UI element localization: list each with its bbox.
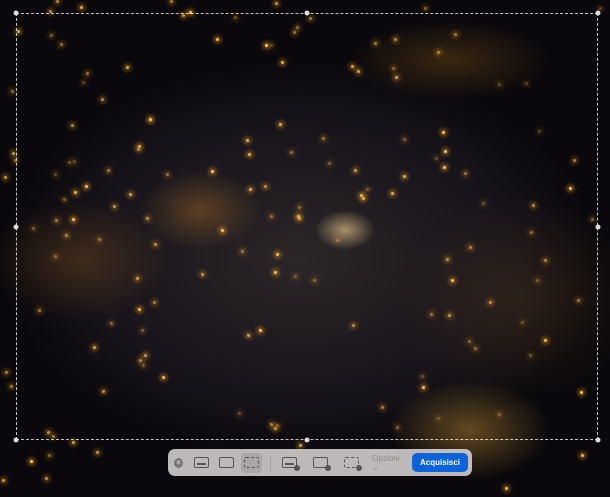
options-menu[interactable]: Opzioni ⌄ — [372, 454, 404, 472]
city-light — [95, 450, 99, 454]
selection-rectangle[interactable] — [16, 13, 598, 440]
capture-entire-screen-icon — [193, 457, 209, 468]
capture-entire-screen-button[interactable] — [191, 453, 212, 473]
capture-selection-button[interactable] — [240, 452, 263, 473]
record-selection-icon — [344, 457, 363, 471]
capture-selection-icon — [244, 457, 260, 468]
resize-handle[interactable] — [13, 10, 19, 16]
city-light — [55, 0, 59, 4]
capture-button[interactable]: Acquisisci — [411, 453, 468, 472]
resize-handle[interactable] — [595, 224, 601, 230]
record-selection-button[interactable] — [341, 453, 363, 473]
resize-handle[interactable] — [304, 437, 310, 443]
record-window-button[interactable] — [310, 453, 332, 473]
record-entire-screen-button[interactable] — [279, 453, 300, 473]
screenshot-toolbar: × Opzioni ⌄ Acquisisci — [168, 449, 472, 476]
resize-handle[interactable] — [13, 437, 19, 443]
options-label: Opzioni — [372, 453, 400, 463]
resize-handle[interactable] — [595, 437, 601, 443]
capture-window-button[interactable] — [216, 453, 237, 473]
capture-window-icon — [218, 457, 234, 468]
divider — [270, 454, 271, 471]
city-light — [47, 453, 51, 457]
resize-handle[interactable] — [304, 10, 310, 16]
record-entire-screen-icon — [282, 457, 300, 471]
resize-handle[interactable] — [595, 10, 601, 16]
chevron-down-icon: ⌄ — [372, 462, 379, 472]
record-window-icon — [313, 457, 332, 471]
city-light — [5, 370, 9, 374]
city-light — [45, 476, 49, 480]
city-light — [72, 440, 76, 444]
resize-handle[interactable] — [13, 224, 19, 230]
city-light — [275, 1, 279, 5]
close-icon[interactable]: × — [174, 457, 183, 468]
city-light — [11, 151, 15, 155]
city-light — [10, 89, 14, 93]
